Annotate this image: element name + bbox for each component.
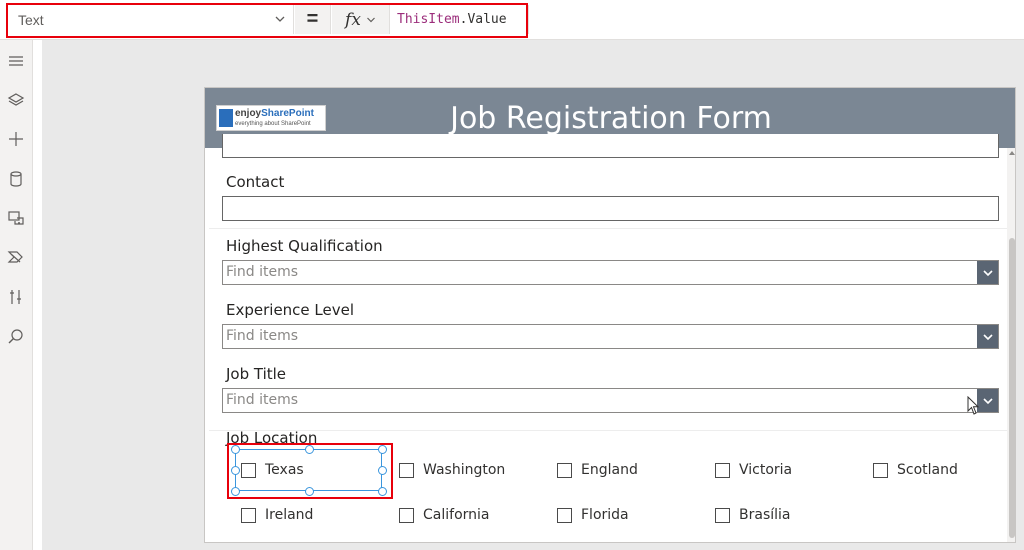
- checkbox-label: Brasília: [739, 507, 791, 523]
- checkbox-california[interactable]: California: [399, 507, 489, 523]
- search-icon[interactable]: [7, 328, 25, 346]
- checkbox-label: Scotland: [897, 462, 958, 478]
- chevron-down-icon: [982, 397, 993, 404]
- checkbox-box[interactable]: [399, 462, 414, 478]
- menu-icon[interactable]: [7, 52, 25, 70]
- layers-icon[interactable]: [7, 91, 25, 109]
- checkbox-england[interactable]: England: [557, 462, 638, 478]
- checkbox-box[interactable]: [241, 507, 256, 523]
- job-registration-form: enjoySharePoint everything about SharePo…: [204, 87, 1016, 543]
- jobtitle-label: Job Title: [226, 365, 287, 383]
- checkbox-scotland[interactable]: Scotland: [873, 462, 958, 478]
- qualification-combobox[interactable]: Find items: [222, 260, 999, 285]
- contact-input[interactable]: [222, 196, 999, 221]
- media-icon[interactable]: [7, 209, 25, 227]
- scrollbar-thumb[interactable]: [1009, 238, 1015, 538]
- checkbox-brasilia[interactable]: Brasília: [715, 507, 790, 523]
- qualification-placeholder: Find items: [226, 264, 299, 280]
- jobtitle-placeholder: Find items: [226, 392, 299, 408]
- divider: [209, 228, 1007, 229]
- checkbox-label: Ireland: [265, 507, 314, 523]
- qualification-label: Highest Qualification: [226, 237, 383, 255]
- checkbox-box[interactable]: [715, 462, 730, 478]
- experience-label: Experience Level: [226, 301, 355, 319]
- annotation-highlight-formula: [6, 3, 528, 38]
- divider: [209, 430, 1007, 431]
- formula-input-area[interactable]: [528, 5, 1018, 34]
- power-automate-icon[interactable]: [7, 248, 25, 266]
- checkbox-label: Florida: [581, 507, 629, 523]
- mouse-pointer-icon: [967, 396, 980, 415]
- scroll-up-icon[interactable]: [1009, 150, 1015, 156]
- left-rail: [0, 40, 33, 550]
- chevron-down-icon: [982, 269, 993, 276]
- checkbox-victoria[interactable]: Victoria: [715, 462, 792, 478]
- annotation-highlight-checkbox: [227, 443, 393, 499]
- checkbox-label: Washington: [423, 462, 506, 478]
- chevron-down-icon: [982, 333, 993, 340]
- contact-label: Contact: [226, 173, 285, 191]
- checkbox-box[interactable]: [399, 507, 414, 523]
- qualification-dropdown-button[interactable]: [977, 261, 998, 284]
- experience-combobox[interactable]: Find items: [222, 324, 999, 349]
- checkbox-label: Victoria: [739, 462, 793, 478]
- checkbox-ireland[interactable]: Ireland: [241, 507, 313, 523]
- checkbox-box[interactable]: [557, 507, 572, 523]
- previous-field-input[interactable]: [222, 134, 999, 158]
- checkbox-box[interactable]: [873, 462, 888, 478]
- checkbox-box[interactable]: [557, 462, 572, 478]
- checkbox-label: California: [423, 507, 490, 523]
- jobtitle-combobox[interactable]: Find items: [222, 388, 999, 413]
- tools-icon[interactable]: [7, 288, 25, 306]
- checkbox-label: England: [581, 462, 638, 478]
- checkbox-box[interactable]: [715, 507, 730, 523]
- experience-placeholder: Find items: [226, 328, 299, 344]
- checkbox-florida[interactable]: Florida: [557, 507, 629, 523]
- checkbox-washington[interactable]: Washington: [399, 462, 505, 478]
- database-icon[interactable]: [7, 170, 25, 188]
- formula-bar: Text = fx ThisItem. Value: [0, 0, 1024, 40]
- add-icon[interactable]: [7, 130, 25, 148]
- experience-dropdown-button[interactable]: [977, 325, 998, 348]
